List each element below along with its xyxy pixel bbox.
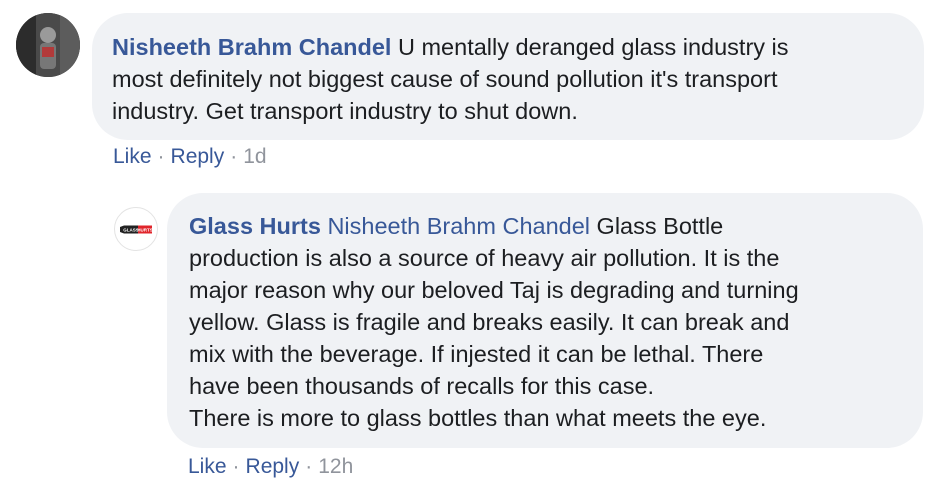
like-button[interactable]: Like bbox=[113, 145, 152, 168]
comment-timestamp[interactable]: 1d bbox=[243, 145, 266, 168]
reply-timestamp[interactable]: 12h bbox=[318, 455, 353, 478]
comment-bubble: Nisheeth Brahm Chandel U mentally derang… bbox=[92, 13, 924, 140]
reply-text-line: There is more to glass bottles than what… bbox=[189, 405, 767, 431]
separator: · bbox=[157, 145, 165, 168]
separator: · bbox=[305, 455, 313, 478]
mention-link[interactable]: Nisheeth Brahm Chandel bbox=[327, 213, 590, 239]
reply-text-line: major reason why our beloved Taj is degr… bbox=[189, 277, 799, 303]
svg-text:HURTS: HURTS bbox=[137, 228, 153, 233]
comment-text-line3: industry. Get transport industry to shut… bbox=[112, 98, 578, 124]
comment-author-link[interactable]: Nisheeth Brahm Chandel bbox=[112, 34, 391, 60]
commenter-photo bbox=[16, 13, 80, 77]
reply-text-line: production is also a source of heavy air… bbox=[189, 245, 780, 271]
reply-actions: Like · Reply · 12h bbox=[188, 455, 353, 479]
reply-avatar[interactable]: GLASS HURTS bbox=[114, 207, 158, 251]
separator: · bbox=[232, 455, 240, 478]
reply-button[interactable]: Reply bbox=[171, 145, 225, 168]
commenter-avatar[interactable] bbox=[16, 13, 80, 77]
reply-author-link[interactable]: Glass Hurts bbox=[189, 213, 321, 239]
reply-text-line: Glass Bottle bbox=[590, 213, 724, 239]
reply-text: Glass Hurts Nisheeth Brahm Chandel Glass… bbox=[189, 210, 901, 434]
reply-text-line: yellow. Glass is fragile and breaks easi… bbox=[189, 309, 790, 335]
reply-text-line: have been thousands of recalls for this … bbox=[189, 373, 655, 399]
comment-text: Nisheeth Brahm Chandel U mentally derang… bbox=[112, 31, 904, 127]
like-button[interactable]: Like bbox=[188, 455, 227, 478]
separator: · bbox=[230, 145, 238, 168]
comment-actions: Like · Reply · 1d bbox=[113, 145, 267, 169]
reply-bubble: Glass Hurts Nisheeth Brahm Chandel Glass… bbox=[167, 193, 923, 448]
comment-text-line2: most definitely not biggest cause of sou… bbox=[112, 66, 778, 92]
comment-text-line1: U mentally deranged glass industry is bbox=[391, 34, 789, 60]
glass-hurts-logo: GLASS HURTS bbox=[120, 225, 153, 234]
reply-button[interactable]: Reply bbox=[246, 455, 300, 478]
reply-text-line: mix with the beverage. If injested it ca… bbox=[189, 341, 764, 367]
